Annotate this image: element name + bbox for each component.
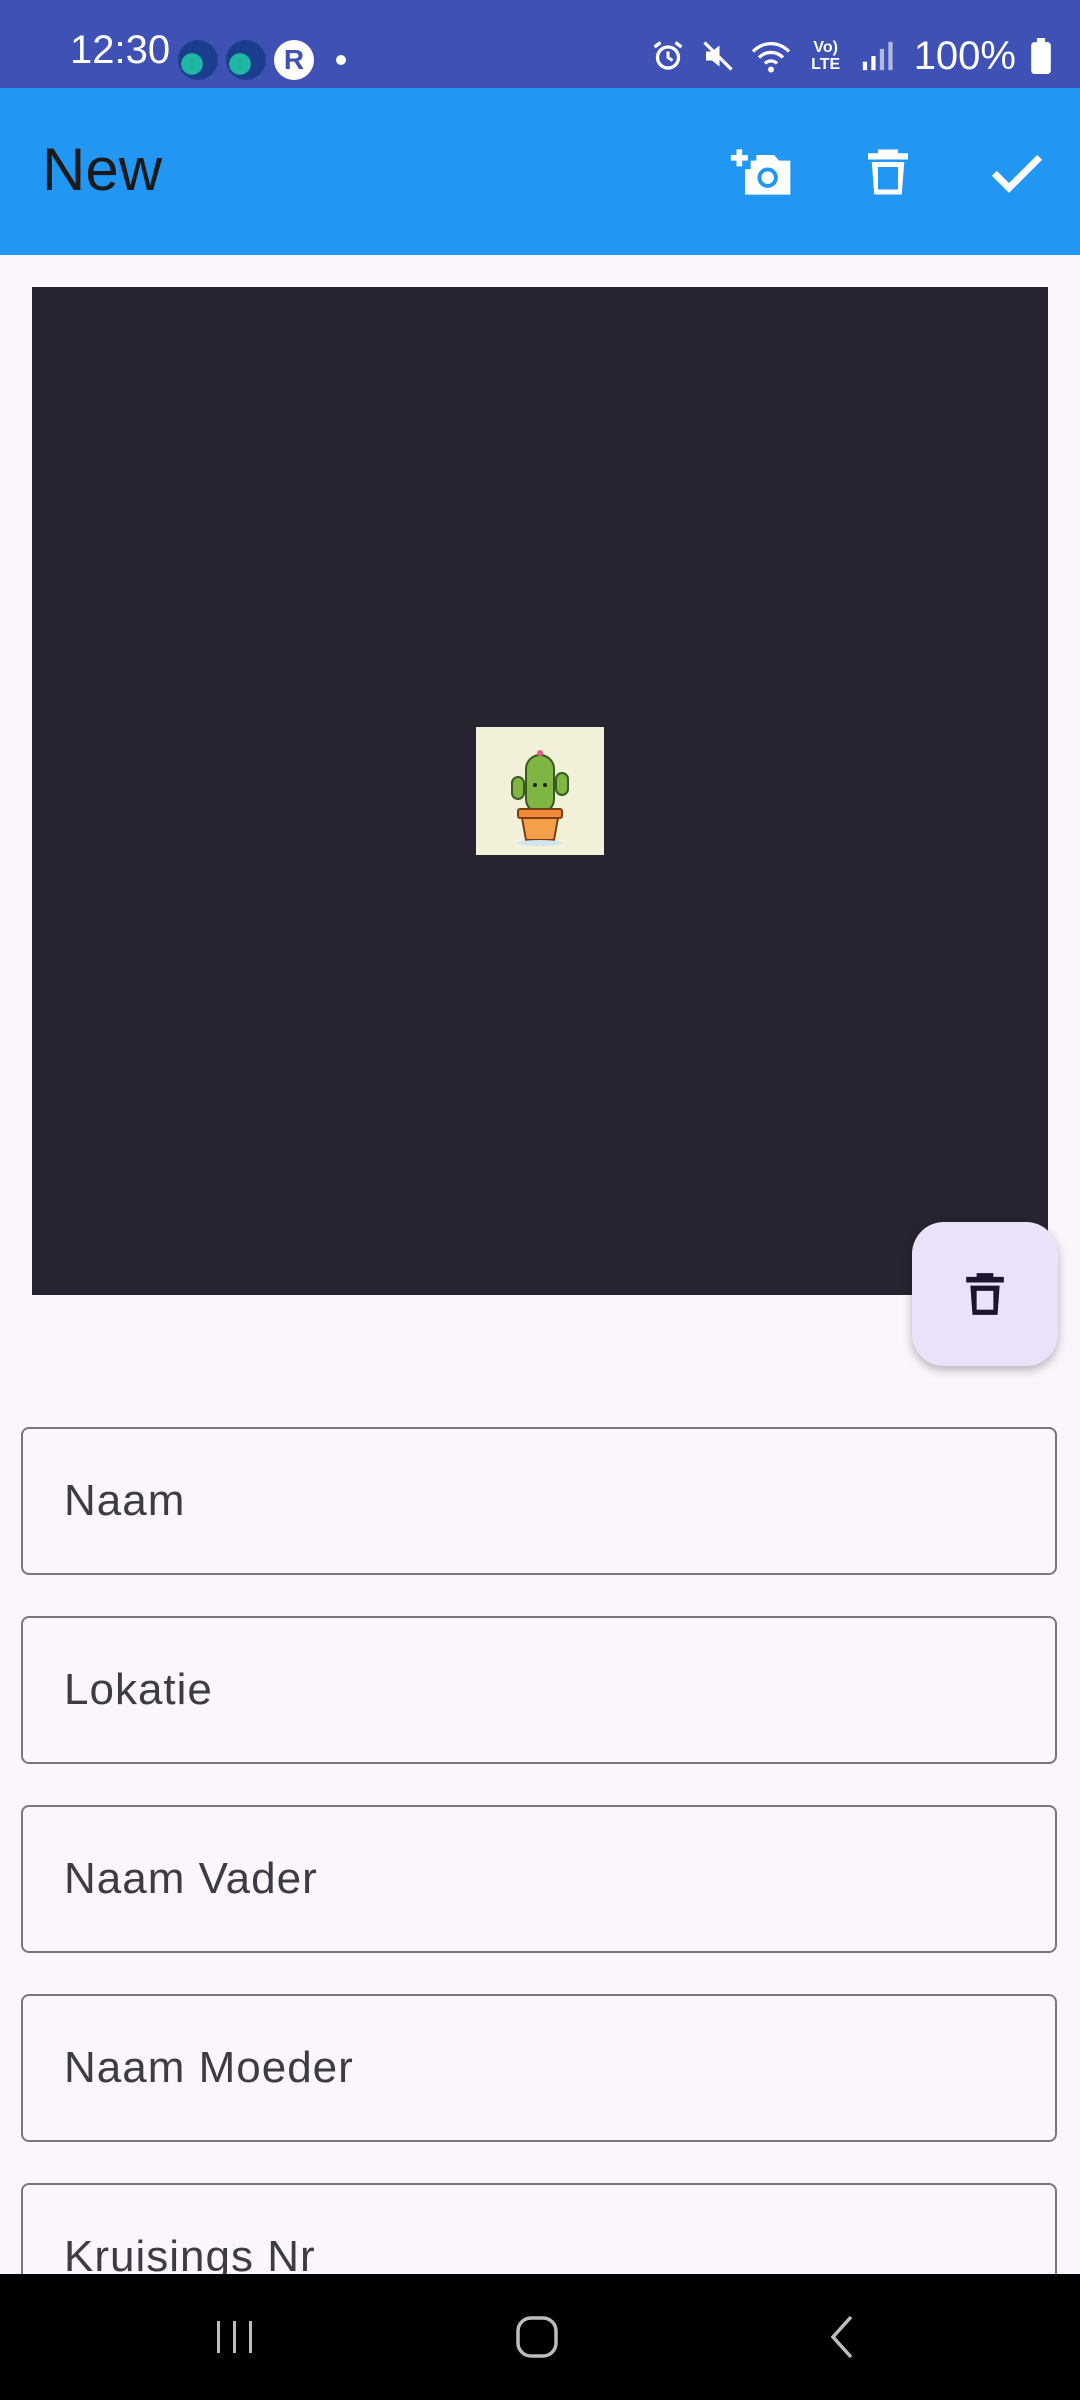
delete-button[interactable] — [848, 132, 928, 212]
battery-percentage: 100% — [913, 34, 1016, 78]
back-icon — [830, 2315, 853, 2359]
image-preview[interactable] — [32, 287, 1048, 1295]
battery-icon — [1031, 38, 1051, 74]
save-button[interactable] — [977, 132, 1057, 212]
navigation-bar — [0, 2274, 1080, 2400]
page-title: New — [42, 136, 163, 203]
naam-label: Naam — [64, 1476, 186, 1525]
lte-icon: Vo) LTE — [811, 39, 841, 73]
add-photo-icon — [730, 149, 791, 195]
back-button[interactable] — [762, 2274, 922, 2400]
app-icon-2 — [226, 40, 266, 80]
kruisings-nr-label: Kruisings Nr — [64, 2232, 316, 2281]
alarm-icon — [653, 41, 683, 70]
lokatie-label: Lokatie — [64, 1665, 213, 1714]
recents-icon — [217, 2321, 252, 2353]
naam-moeder-field[interactable]: Naam Moeder — [21, 1994, 1057, 2142]
check-icon — [991, 154, 1043, 193]
delete-image-fab[interactable] — [912, 1222, 1058, 1366]
status-time: 12:30 — [70, 28, 171, 72]
naam-vader-label: Naam Vader — [64, 1854, 318, 1903]
home-button[interactable] — [457, 2274, 617, 2400]
cactus-image — [476, 727, 604, 855]
naam-field[interactable]: Naam — [21, 1427, 1057, 1575]
mute-icon — [703, 41, 733, 71]
notification-dot — [336, 55, 346, 65]
home-icon — [516, 2316, 558, 2358]
status-app-icons: R — [178, 40, 346, 80]
app-icon-1 — [178, 40, 218, 80]
signal-icon — [862, 41, 893, 71]
delete-icon — [966, 1273, 1004, 1315]
app-r-icon: R — [274, 40, 314, 80]
status-indicators: Vo) LTE 100% — [650, 36, 1052, 76]
naam-vader-field[interactable]: Naam Vader — [21, 1805, 1057, 1953]
delete-icon — [868, 149, 908, 195]
naam-moeder-label: Naam Moeder — [64, 2043, 354, 2092]
lokatie-field[interactable]: Lokatie — [21, 1616, 1057, 1764]
add-photo-button[interactable] — [722, 132, 802, 212]
wifi-icon — [751, 41, 790, 73]
recents-button[interactable] — [155, 2274, 315, 2400]
app-bar: New — [0, 88, 1080, 255]
status-bar: 12:30 R Vo) LTE 100% — [0, 0, 1080, 88]
